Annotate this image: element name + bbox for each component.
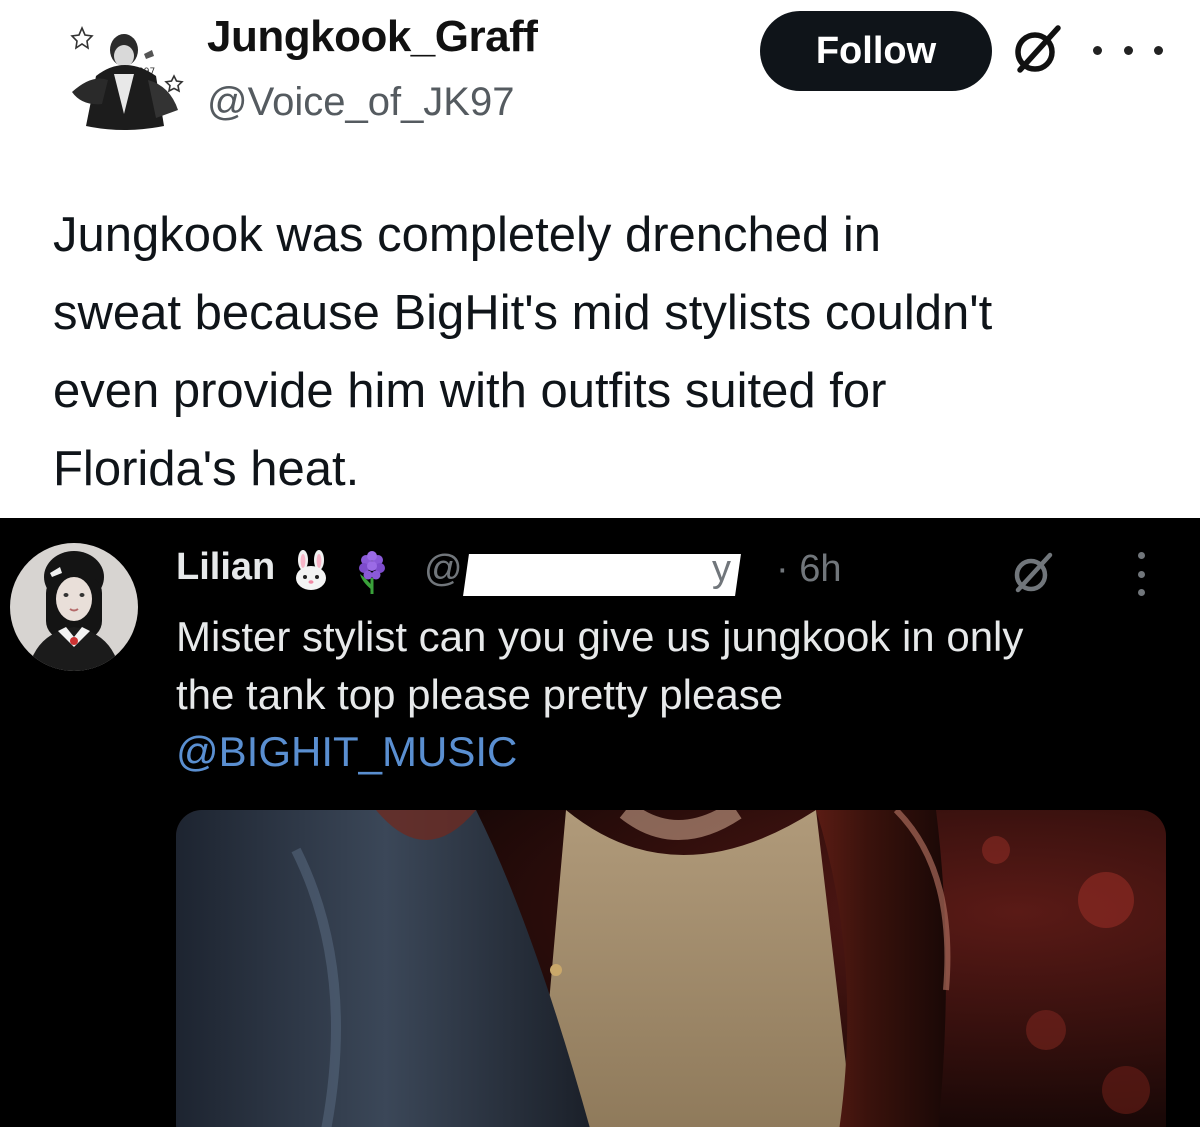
follow-button[interactable]: Follow <box>760 11 992 91</box>
more-vertical-icon[interactable] <box>1134 552 1148 596</box>
reply-author-handle-end[interactable]: y <box>712 548 731 591</box>
grok-icon[interactable] <box>1010 22 1066 78</box>
reply-author-avatar[interactable] <box>10 543 138 671</box>
reply-tweet: Lilian @ y · 6h Mister stylist can you g… <box>0 518 1200 1127</box>
author-handle[interactable]: @Voice_of_JK97 <box>207 80 514 125</box>
tweet-text: Jungkook was completely drenched in swea… <box>53 208 993 496</box>
reply-author-handle-start[interactable]: @ <box>424 548 463 591</box>
more-horizontal-icon[interactable] <box>1093 30 1163 70</box>
reply-media-photo[interactable] <box>176 810 1166 1127</box>
author-display-name[interactable]: Jungkook_Graff <box>207 12 538 62</box>
hyacinth-emoji-icon <box>354 550 390 594</box>
author-avatar[interactable]: 397 <box>52 14 192 134</box>
original-tweet: 397 Jungkook_Graff @Voice_of_JK97 Follow… <box>0 0 1200 518</box>
grok-icon[interactable] <box>1010 550 1056 596</box>
rabbit-face-emoji-icon <box>290 550 332 592</box>
reply-mention-link[interactable]: @BIGHIT_MUSIC <box>176 728 517 776</box>
reply-author-display-name[interactable]: Lilian <box>176 546 275 589</box>
reply-text: Mister stylist can you give us jungkook … <box>176 613 1024 718</box>
handle-redaction <box>463 554 741 596</box>
reply-timestamp[interactable]: · 6h <box>776 548 841 591</box>
